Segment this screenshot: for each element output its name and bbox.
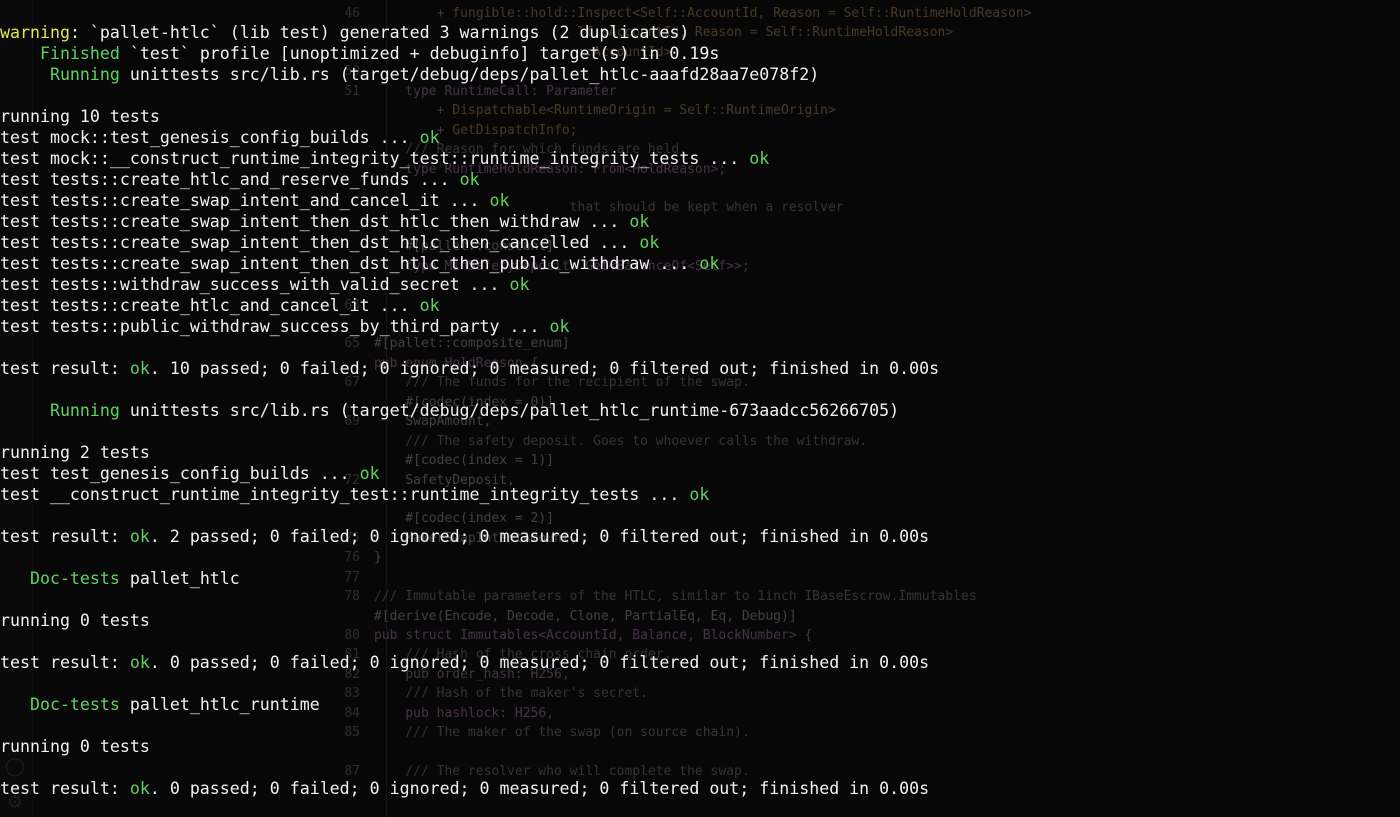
terminal-text: test tests::create_swap_intent_then_dst_… <box>0 254 700 273</box>
terminal-line: test mock::test_genesis_config_builds ..… <box>0 127 1400 148</box>
terminal-line: running 2 tests <box>0 442 1400 463</box>
editor-line-number: 46 <box>344 6 360 21</box>
terminal-text: pallet_htlc_runtime <box>119 695 320 714</box>
test-status-ok: ok <box>549 317 570 336</box>
terminal-text: test tests::create_swap_intent_and_cance… <box>0 191 490 210</box>
terminal-text: `test` profile [unoptimized + debuginfo]… <box>119 44 720 63</box>
cargo-status-label: Doc-tests <box>0 569 120 588</box>
test-status-ok: ok <box>419 296 440 315</box>
terminal-text: test tests::create_htlc_and_cancel_it ..… <box>0 296 420 315</box>
terminal-line: test mock::__construct_runtime_integrity… <box>0 148 1400 169</box>
terminal-line: test tests::create_htlc_and_cancel_it ..… <box>0 295 1400 316</box>
terminal-text: test tests::create_swap_intent_then_dst_… <box>0 212 630 231</box>
terminal-text: test tests::withdraw_success_with_valid_… <box>0 275 510 294</box>
terminal-text: running 10 tests <box>0 107 160 126</box>
test-status-ok: ok <box>749 149 770 168</box>
test-status-ok: ok <box>639 233 660 252</box>
terminal-text: unittests src/lib.rs (target/debug/deps/… <box>119 65 820 84</box>
editor-line-text: + fungible::hold::Inspect<Self::AccountI… <box>374 6 1032 21</box>
terminal-line: test result: ok. 0 passed; 0 failed; 0 i… <box>0 652 1400 673</box>
terminal-text: . 0 passed; 0 failed; 0 ignored; 0 measu… <box>149 653 930 672</box>
warning-label: warning <box>0 23 70 42</box>
test-status-ok: ok <box>459 170 480 189</box>
screen: 46 + fungible::hold::Inspect<Self::Accou… <box>0 0 1400 817</box>
terminal-line: test tests::withdraw_success_with_valid_… <box>0 274 1400 295</box>
terminal-text: test result: <box>0 653 130 672</box>
terminal-line: test tests::create_swap_intent_then_dst_… <box>0 211 1400 232</box>
test-status-ok: ok <box>129 527 150 546</box>
test-status-ok: ok <box>509 275 530 294</box>
terminal-line: test result: ok. 2 passed; 0 failed; 0 i… <box>0 526 1400 547</box>
terminal-text: test result: <box>0 779 130 798</box>
terminal-line: warning: `pallet-htlc` (lib test) genera… <box>0 22 1400 43</box>
terminal-text: test tests::create_swap_intent_then_dst_… <box>0 233 640 252</box>
terminal-text: test __construct_runtime_integrity_test:… <box>0 485 690 504</box>
test-status-ok: ok <box>129 653 150 672</box>
terminal-text: running 0 tests <box>0 737 150 756</box>
terminal-line: running 0 tests <box>0 610 1400 631</box>
terminal-text: test test_genesis_config_builds ... <box>0 464 360 483</box>
terminal-text: test tests::create_htlc_and_reserve_fund… <box>0 170 460 189</box>
test-status-ok: ok <box>419 128 440 147</box>
cargo-status-label: Finished <box>0 44 120 63</box>
test-status-ok: ok <box>129 359 150 378</box>
test-status-ok: ok <box>699 254 720 273</box>
terminal-line: test result: ok. 0 passed; 0 failed; 0 i… <box>0 778 1400 799</box>
cargo-status-label: Doc-tests <box>0 695 120 714</box>
terminal-line: test __construct_runtime_integrity_test:… <box>0 484 1400 505</box>
terminal-line: Running unittests src/lib.rs (target/deb… <box>0 64 1400 85</box>
editor-line: 46 + fungible::hold::Inspect<Self::Accou… <box>330 4 1390 23</box>
terminal-text: . 0 passed; 0 failed; 0 ignored; 0 measu… <box>149 779 930 798</box>
terminal-line: test tests::create_swap_intent_and_cance… <box>0 190 1400 211</box>
terminal-line: Running unittests src/lib.rs (target/deb… <box>0 400 1400 421</box>
test-status-ok: ok <box>629 212 650 231</box>
terminal-line: Doc-tests pallet_htlc <box>0 568 1400 589</box>
terminal-text: test result: <box>0 359 130 378</box>
terminal-line: test tests::create_swap_intent_then_dst_… <box>0 253 1400 274</box>
test-status-ok: ok <box>689 485 710 504</box>
terminal-line: test result: ok. 10 passed; 0 failed; 0 … <box>0 358 1400 379</box>
terminal-line: test tests::public_withdraw_success_by_t… <box>0 316 1400 337</box>
terminal-text: test mock::__construct_runtime_integrity… <box>0 149 750 168</box>
terminal-text: running 0 tests <box>0 611 150 630</box>
terminal-text: test mock::test_genesis_config_builds ..… <box>0 128 420 147</box>
test-status-ok: ok <box>129 779 150 798</box>
terminal-line: test tests::create_swap_intent_then_dst_… <box>0 232 1400 253</box>
test-status-ok: ok <box>359 464 380 483</box>
terminal-text: . 10 passed; 0 failed; 0 ignored; 0 meas… <box>149 359 940 378</box>
cargo-status-label: Running <box>0 401 120 420</box>
terminal-text: pallet_htlc <box>119 569 240 588</box>
terminal-text: unittests src/lib.rs (target/debug/deps/… <box>119 401 900 420</box>
terminal-output[interactable]: warning: `pallet-htlc` (lib test) genera… <box>0 22 1400 799</box>
terminal-line: test test_genesis_config_builds ... ok <box>0 463 1400 484</box>
terminal-text: : `pallet-htlc` (lib test) generated 3 w… <box>69 23 690 42</box>
terminal-text: . 2 passed; 0 failed; 0 ignored; 0 measu… <box>149 527 930 546</box>
test-status-ok: ok <box>489 191 510 210</box>
terminal-text: test tests::public_withdraw_success_by_t… <box>0 317 550 336</box>
terminal-line: Doc-tests pallet_htlc_runtime <box>0 694 1400 715</box>
terminal-line: running 10 tests <box>0 106 1400 127</box>
terminal-line: running 0 tests <box>0 736 1400 757</box>
terminal-line: Finished `test` profile [unoptimized + d… <box>0 43 1400 64</box>
cargo-status-label: Running <box>0 65 120 84</box>
terminal-text: test result: <box>0 527 130 546</box>
terminal-text: running 2 tests <box>0 443 150 462</box>
terminal-line: test tests::create_htlc_and_reserve_fund… <box>0 169 1400 190</box>
